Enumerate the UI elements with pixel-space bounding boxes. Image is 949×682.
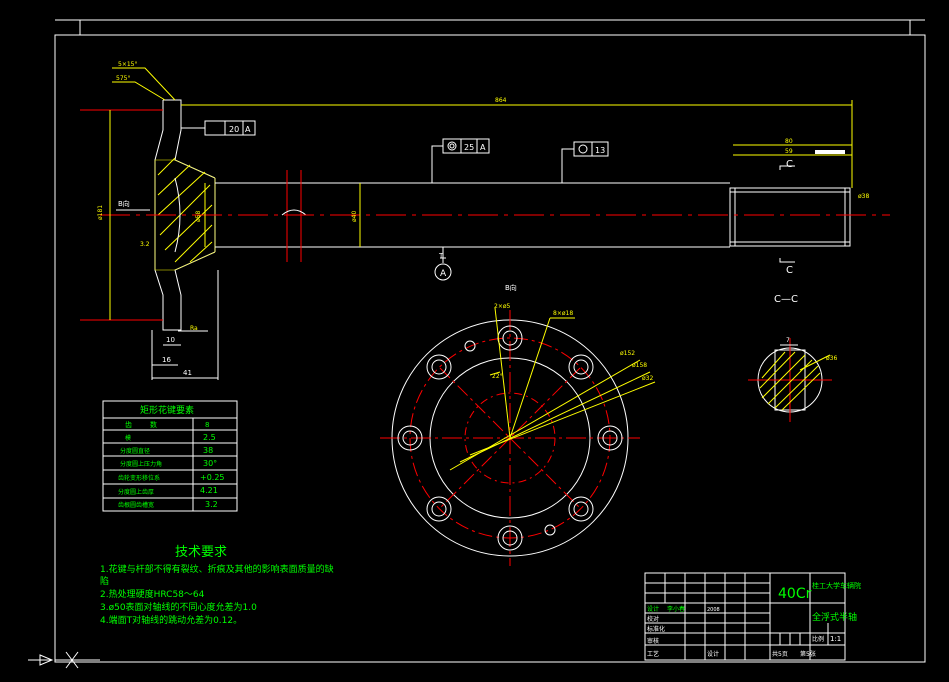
svg-text:2.热处理硬度HRC58～64: 2.热处理硬度HRC58～64	[100, 588, 205, 600]
dim-shaft-d: ø40	[351, 211, 358, 222]
view-b-label-2: B向	[505, 283, 517, 292]
svg-text:齿: 齿	[125, 421, 132, 429]
svg-text:分度圆直径: 分度圆直径	[120, 447, 150, 455]
dim-hub-d: ø58	[195, 211, 202, 222]
dim-rim: 10	[166, 336, 175, 344]
svg-text:审核: 审核	[647, 637, 659, 645]
svg-text:标准化: 标准化	[647, 625, 665, 633]
svg-text:齿轮变形移位系: 齿轮变形移位系	[118, 474, 160, 482]
dim-ra: 3.2	[140, 241, 150, 248]
svg-text:分度圆上压力角: 分度圆上压力角	[120, 460, 162, 468]
svg-text:2.5: 2.5	[203, 433, 216, 442]
dim-cc-w: 7	[786, 337, 790, 344]
svg-text:分度圆上齿厚: 分度圆上齿厚	[118, 488, 154, 496]
dim-flange-t: 16	[162, 356, 171, 364]
dim-bolt-outer: ø158	[632, 362, 647, 369]
dim-holes-8: 8×ø18	[553, 310, 573, 317]
svg-text:13: 13	[595, 146, 605, 155]
section-cc-title: C—C	[774, 294, 798, 305]
svg-text:比例: 比例	[812, 635, 824, 643]
title-school: 桂工大学车辆院	[812, 581, 861, 590]
svg-text:+0.25: +0.25	[200, 473, 225, 482]
dim-bolt-circle: ø152	[620, 350, 635, 357]
dim-angle: 575°	[116, 75, 130, 82]
dim-holes-2: 2×ø5	[494, 303, 511, 310]
view-b-label-1: B向	[118, 199, 130, 208]
svg-text:C: C	[786, 159, 793, 170]
dim-flange-d: ø181	[97, 205, 104, 220]
svg-text:设计: 设计	[647, 605, 659, 613]
svg-text:20: 20	[229, 125, 239, 134]
svg-text:共5页: 共5页	[772, 650, 788, 658]
svg-text:T: T	[438, 252, 444, 260]
svg-text:齿根圆齿槽宽: 齿根圆齿槽宽	[118, 501, 154, 509]
dim-spline-len2: 59	[785, 148, 793, 155]
svg-text:4.端面T对轴线的跳动允差为0.12。: 4.端面T对轴线的跳动允差为0.12。	[100, 614, 242, 626]
svg-text:模: 模	[125, 434, 131, 442]
svg-text:A: A	[245, 125, 251, 134]
svg-text:工艺: 工艺	[647, 650, 659, 658]
title-scale: 1:1	[830, 635, 841, 643]
dim-spline-len1: 80	[785, 138, 793, 145]
svg-text:3.2: 3.2	[205, 500, 218, 509]
svg-text:25: 25	[464, 143, 474, 152]
title-material: 40Cr	[778, 586, 812, 602]
svg-text:第5张: 第5张	[800, 650, 816, 658]
svg-text:数: 数	[150, 420, 157, 429]
dim-spline-d: ø38	[858, 193, 869, 200]
dim-bolt-inner: ø32	[642, 375, 653, 382]
notes-title: 技术要求	[175, 545, 227, 560]
svg-text:陷: 陷	[100, 575, 109, 587]
svg-text:38: 38	[203, 446, 213, 455]
svg-text:李小春: 李小春	[667, 605, 685, 613]
svg-text:30°: 30°	[203, 459, 217, 468]
dim-chamfer: 5×15°	[118, 61, 137, 68]
svg-text:C: C	[786, 265, 793, 276]
svg-text:A: A	[480, 143, 486, 152]
svg-text:3.ø50表面对轴线的不同心度允差为1.0: 3.ø50表面对轴线的不同心度允差为1.0	[100, 601, 257, 613]
svg-text:4.21: 4.21	[200, 486, 218, 495]
svg-text:8: 8	[205, 421, 209, 429]
title-part: 全浮式半轴	[812, 611, 857, 623]
svg-text:校对: 校对	[647, 615, 659, 623]
dim-total-length: 864	[495, 97, 507, 104]
dim-angle-22: 22°	[492, 373, 503, 380]
dim-cc-d: ø36	[826, 355, 837, 362]
dim-hub-l: 41	[183, 369, 192, 377]
cad-drawing-canvas[interactable]: 864 80 59 ø181 ø58 ø40 ø38 41 16 10 5×15…	[0, 0, 949, 682]
spline-table-title: 矩形花键要素	[140, 404, 194, 416]
svg-text:A: A	[440, 269, 447, 279]
svg-text:1.花键与杆部不得有裂纹、折痕及其他的影响表面质量的缺: 1.花键与杆部不得有裂纹、折痕及其他的影响表面质量的缺	[100, 563, 334, 575]
svg-text:设计: 设计	[707, 650, 719, 658]
svg-text:2008: 2008	[707, 607, 720, 613]
